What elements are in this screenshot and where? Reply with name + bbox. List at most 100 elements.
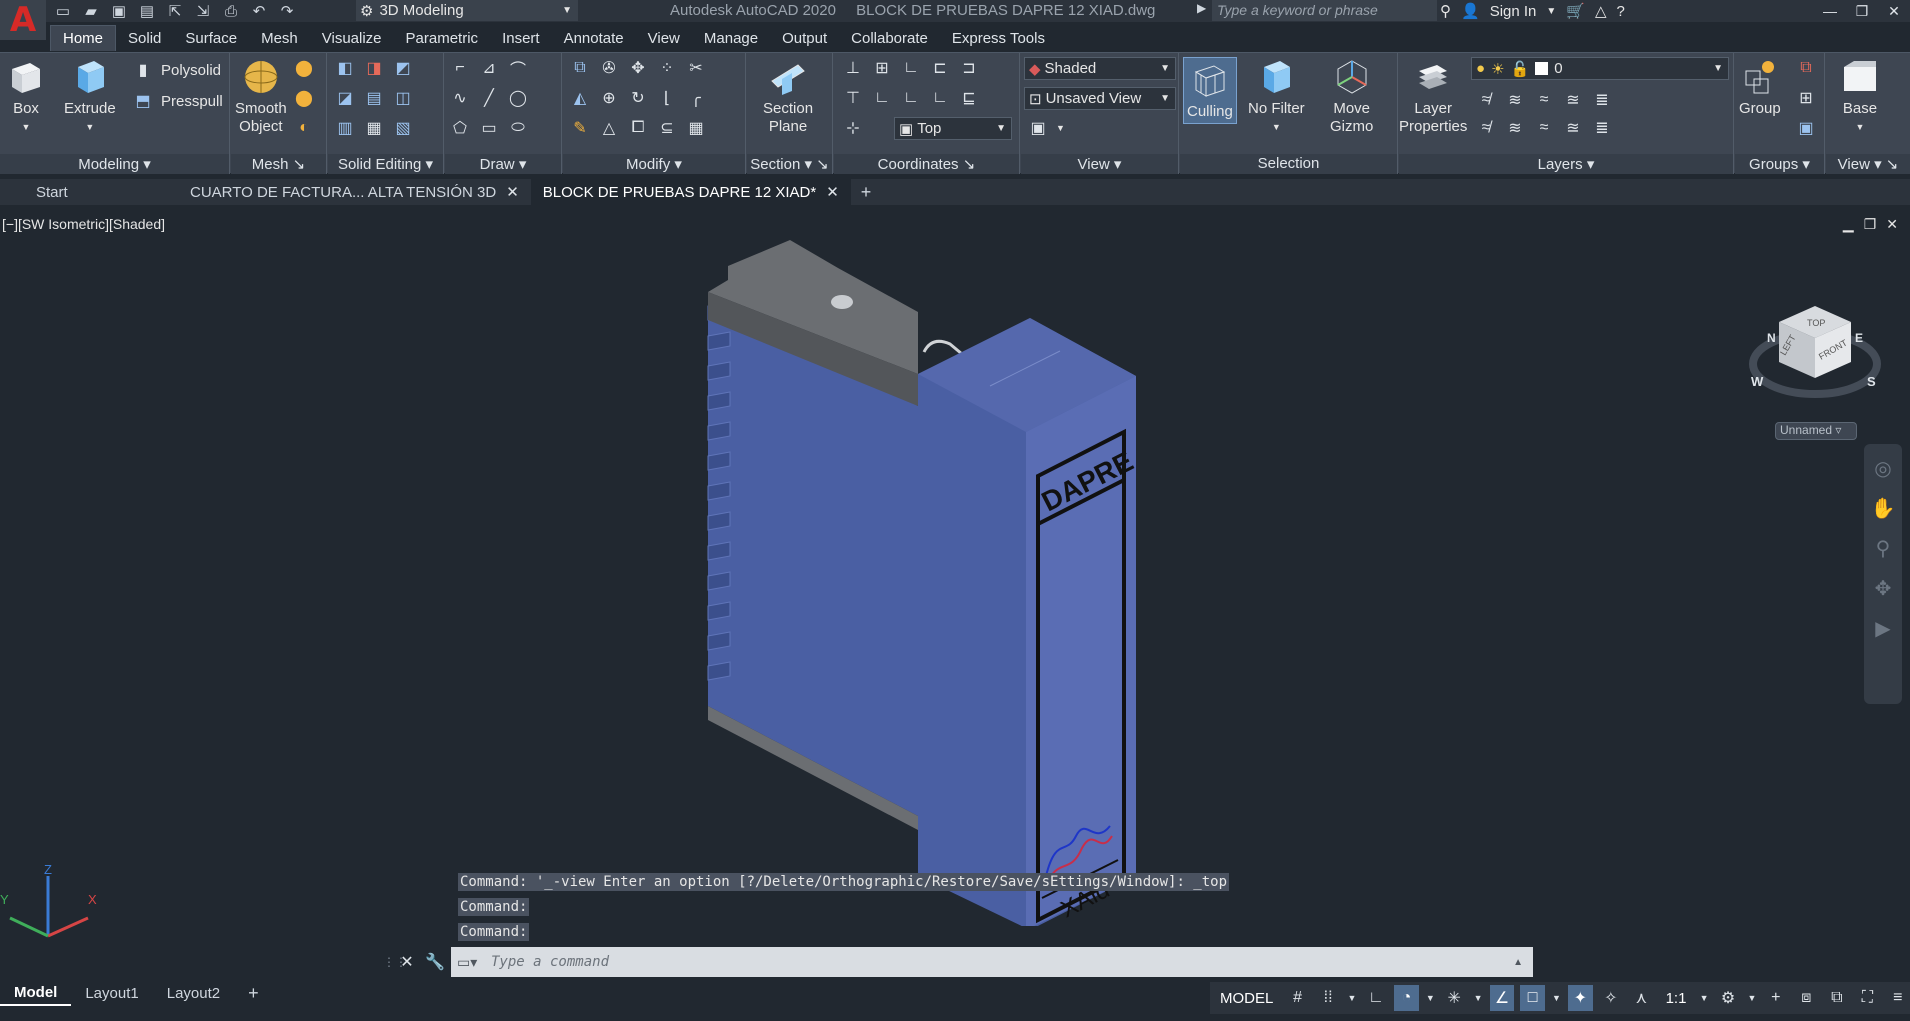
publish-icon[interactable]: ⇲ — [192, 1, 214, 21]
tab-layout1[interactable]: Layout1 — [71, 980, 152, 1006]
tab-solid[interactable]: Solid — [116, 25, 173, 51]
array-icon[interactable]: ▦ — [685, 117, 707, 139]
union-icon[interactable]: ◧ — [334, 57, 356, 79]
mesh-smooth-more-icon[interactable]: ⬤ — [293, 57, 315, 79]
named-ucs-dropdown[interactable]: ▣ Top ▼ — [894, 117, 1012, 140]
visual-style-dropdown[interactable]: ◆ Shaded ▼ — [1024, 57, 1176, 80]
3d-scale-icon[interactable]: ⊕ — [598, 87, 620, 109]
panel-label-layers[interactable]: Layers ▾ — [1399, 154, 1733, 174]
clean-screen-icon[interactable]: ⛶ — [1855, 985, 1880, 1011]
tab-home[interactable]: Home — [50, 25, 117, 51]
drawing-viewport[interactable]: [−][SW Isometric][Shaded] ▁ ❐ ✕ DAPRE XA… — [0, 206, 1910, 980]
ucs-icon[interactable]: ⊥ — [842, 57, 864, 79]
group-selection-icon[interactable]: ▣ — [1795, 117, 1817, 139]
circle-icon[interactable]: ◯ — [507, 87, 529, 109]
tab-mesh[interactable]: Mesh — [249, 25, 310, 51]
close-icon[interactable]: ✕ — [393, 952, 421, 972]
spline-icon[interactable]: ∿ — [449, 87, 471, 109]
customize-wrench-icon[interactable]: 🔧 — [421, 952, 449, 972]
thicken-icon[interactable]: ▧ — [392, 117, 414, 139]
panel-label-view[interactable]: View ▾ — [1021, 154, 1178, 174]
3d-polyline-icon[interactable]: ⊿ — [478, 57, 500, 79]
extrude-button[interactable]: Extrude ▼ — [64, 57, 116, 136]
move-icon[interactable]: ✥ — [627, 57, 649, 79]
sign-in-button[interactable]: Sign In — [1490, 3, 1537, 20]
rectangle-icon[interactable]: ▭ — [478, 117, 500, 139]
3d-mirror-icon[interactable]: △ — [598, 117, 620, 139]
tab-insert[interactable]: Insert — [490, 25, 552, 51]
chevron-down-icon[interactable]: ▼ — [1425, 985, 1436, 1011]
close-icon[interactable]: ✕ — [826, 183, 839, 201]
box-button[interactable]: Box ▼ — [6, 57, 46, 136]
extract-edges-icon[interactable]: ◫ — [392, 87, 414, 109]
layer-thaw-all-icon[interactable]: ≈ — [1533, 117, 1555, 139]
viewport-controls-label[interactable]: [−][SW Isometric][Shaded] — [2, 216, 165, 232]
trim-icon[interactable]: ✂ — [685, 57, 707, 79]
tab-document-2[interactable]: BLOCK DE PRUEBAS DAPRE 12 XIAD* ✕ — [530, 179, 851, 205]
line-icon[interactable]: ╱ — [478, 87, 500, 109]
polar-tracking-icon[interactable]: ◔ — [1394, 985, 1419, 1011]
close-icon[interactable]: ✕ — [506, 183, 519, 201]
object-snap-icon[interactable]: □ — [1520, 985, 1545, 1011]
ucs-zaxis-icon[interactable]: ⊑ — [958, 87, 980, 109]
annotation-scale-value[interactable]: 1:1 — [1660, 990, 1693, 1007]
search-input[interactable]: Type a keyword or phrase — [1212, 0, 1437, 21]
smooth-object-button[interactable]: Smooth Object — [235, 57, 287, 136]
offset-icon[interactable]: ⊆ — [656, 117, 678, 139]
tab-document-1[interactable]: CUARTO DE FACTURA... ALTA TENSIÓN 3D ✕ — [178, 179, 531, 205]
erase-icon[interactable]: ✎ — [569, 117, 591, 139]
panel-label-modeling[interactable]: Modeling ▾ — [0, 154, 229, 174]
shell-icon[interactable]: ▦ — [363, 117, 385, 139]
ucs-view-icon[interactable]: ⊐ — [958, 57, 980, 79]
tab-start[interactable]: Start — [0, 179, 178, 205]
layer-properties-button[interactable]: Layer Properties — [1399, 57, 1467, 136]
tab-visualize[interactable]: Visualize — [310, 25, 394, 51]
export-icon[interactable]: ⇱ — [164, 1, 186, 21]
mirror-icon[interactable]: ⧉ — [569, 57, 591, 79]
workspace-gear-icon[interactable]: ⚙ — [1716, 985, 1741, 1011]
minimize-icon[interactable]: — — [1814, 0, 1846, 22]
save-icon[interactable]: ▣ — [108, 1, 130, 21]
separate-icon[interactable]: ▥ — [334, 117, 356, 139]
layer-on-all-icon[interactable]: ≉ — [1475, 117, 1497, 139]
polyline-icon[interactable]: ⌐ — [449, 57, 471, 79]
ucs-y-icon[interactable]: ∟ — [900, 87, 922, 109]
stretch-icon[interactable]: ⌊ — [656, 87, 678, 109]
close-icon[interactable]: ✕ — [1886, 216, 1898, 233]
orbit-icon[interactable]: ✥ — [1869, 576, 1897, 604]
interfere-icon[interactable]: ▤ — [363, 87, 385, 109]
presspull-button[interactable]: ⬒ Presspull — [132, 90, 222, 112]
base-view-button[interactable]: Base ▼ — [1840, 57, 1880, 136]
workspace-switcher[interactable]: ⚙ 3D Modeling ▼ — [356, 0, 578, 21]
drag-handle-icon[interactable]: ⋮⋮ — [383, 955, 407, 969]
undo-icon[interactable]: ↶ — [248, 1, 270, 21]
panel-label-mesh[interactable]: Mesh ↘ — [231, 154, 326, 174]
ucs-previous-icon[interactable]: ⊤ — [842, 87, 864, 109]
add-layout-button[interactable]: + — [234, 980, 273, 1006]
search-expand-icon[interactable]: ▶ — [1197, 1, 1206, 15]
ungroup-icon[interactable]: ⧉ — [1795, 57, 1817, 79]
tab-collaborate[interactable]: Collaborate — [839, 25, 940, 51]
viewport-config[interactable]: ▣ ▼ — [1027, 117, 1064, 139]
mesh-smooth-less-icon[interactable]: ⬤ — [293, 87, 315, 109]
new-file-icon[interactable]: ▭ — [52, 1, 74, 21]
application-menu-button[interactable]: A — [0, 0, 46, 40]
compass-n[interactable]: N — [1767, 331, 1776, 345]
group-edit-icon[interactable]: ⊞ — [1795, 87, 1817, 109]
grid-icon[interactable]: # — [1285, 985, 1310, 1011]
compass-s[interactable]: S — [1867, 374, 1876, 389]
slice-icon[interactable]: ◩ — [392, 57, 414, 79]
ucs-origin-icon[interactable]: ∟ — [900, 57, 922, 79]
layer-unisolate-icon[interactable]: ≋ — [1504, 117, 1526, 139]
chevron-down-icon[interactable]: ▼ — [1546, 6, 1556, 17]
model-space-toggle[interactable]: MODEL — [1214, 990, 1279, 1007]
ucs-3point-icon[interactable]: ⊏ — [929, 57, 951, 79]
dapre-device-model[interactable]: DAPRE XAid — [700, 236, 1140, 926]
scale-icon[interactable]: ⧠ — [627, 117, 649, 139]
ortho-icon[interactable]: ∟ — [1364, 985, 1389, 1011]
tab-express-tools[interactable]: Express Tools — [940, 25, 1057, 51]
layer-isolate-icon[interactable]: ≋ — [1504, 89, 1526, 111]
panel-label-coordinates[interactable]: Coordinates ↘ — [834, 154, 1019, 174]
annotation-scale-icon[interactable]: ⋏ — [1629, 985, 1654, 1011]
culling-button[interactable]: Culling — [1183, 57, 1237, 124]
